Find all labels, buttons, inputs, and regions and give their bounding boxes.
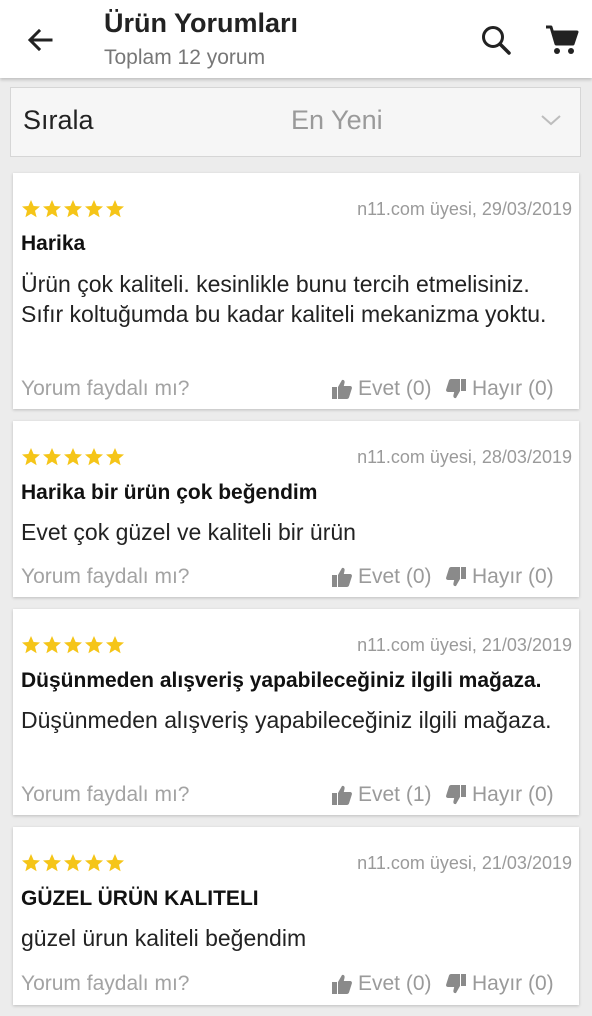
star-icon: [106, 854, 124, 872]
thumbs-up-icon: [332, 974, 352, 994]
helpful-yes-label: Evet (1): [358, 783, 432, 806]
thumbs-up-icon: [332, 379, 352, 399]
helpful-yes-button[interactable]: Evet (0): [331, 565, 432, 589]
review-meta: n11.com üyesi, 29/03/2019: [357, 199, 572, 219]
star-icon: [22, 448, 40, 466]
star-icon: [106, 636, 124, 654]
review-title: Harika bir ürün çok beğendim: [21, 481, 318, 504]
thumbs-down-icon: [446, 785, 466, 805]
helpful-yes-label: Evet (0): [358, 565, 432, 588]
helpful-no-label: Hayır (0): [472, 783, 554, 806]
thumbs-up-icon: [332, 785, 352, 805]
helpful-yes-label: Evet (0): [358, 377, 432, 400]
helpful-yes-button[interactable]: Evet (0): [331, 972, 432, 996]
helpful-prompt: Yorum faydalı mı?: [21, 783, 190, 806]
app-bar: Ürün Yorumları Toplam 12 yorum: [0, 0, 592, 78]
cart-button[interactable]: [540, 18, 584, 62]
star-icon: [64, 636, 82, 654]
star-icon: [43, 448, 61, 466]
helpful-no-label: Hayır (0): [472, 377, 554, 400]
star-icon: [106, 448, 124, 466]
helpful-yes-button[interactable]: Evet (0): [331, 377, 432, 401]
cart-icon: [546, 25, 579, 54]
sort-selected-value[interactable]: En Yeni: [291, 105, 383, 136]
helpful-prompt: Yorum faydalı mı?: [21, 565, 190, 588]
helpful-no-button[interactable]: Hayır (0): [445, 377, 554, 401]
star-icon: [85, 200, 103, 218]
star-rating: [21, 853, 126, 873]
star-icon: [43, 854, 61, 872]
search-icon: [482, 26, 511, 55]
star-icon: [85, 448, 103, 466]
review-meta: n11.com üyesi, 21/03/2019: [357, 853, 572, 873]
search-button[interactable]: [474, 18, 518, 62]
thumbs-down-icon: [446, 379, 466, 399]
star-icon: [64, 854, 82, 872]
star-icon: [64, 448, 82, 466]
star-icon: [43, 636, 61, 654]
helpful-no-button[interactable]: Hayır (0): [445, 972, 554, 996]
star-rating: [21, 635, 126, 655]
helpful-no-label: Hayır (0): [472, 565, 554, 588]
review-body: Evet çok güzel ve kaliteli bir ürün: [21, 519, 356, 545]
review-title: Düşünmeden alışveriş yapabileceğiniz ilg…: [21, 669, 542, 692]
review-card: n11.com üyesi, 21/03/2019 Düşünmeden alı…: [13, 609, 579, 815]
review-body: Ürün çok kaliteli. kesinlikle bunu terci…: [21, 271, 547, 327]
review-title: Harika: [21, 232, 86, 255]
review-card: n11.com üyesi, 28/03/2019 Harika bir ürü…: [13, 421, 579, 597]
sort-selector[interactable]: Sırala En Yeni: [10, 87, 581, 157]
helpful-no-button[interactable]: Hayır (0): [445, 783, 554, 807]
star-rating: [21, 447, 126, 467]
star-icon: [22, 854, 40, 872]
review-count: Toplam 12 yorum: [104, 46, 266, 69]
star-rating: [21, 199, 126, 219]
helpful-no-button[interactable]: Hayır (0): [445, 565, 554, 589]
thumbs-down-icon: [446, 974, 466, 994]
helpful-no-label: Hayır (0): [472, 972, 554, 995]
helpful-prompt: Yorum faydalı mı?: [21, 377, 190, 400]
helpful-prompt: Yorum faydalı mı?: [21, 972, 190, 995]
star-icon: [43, 200, 61, 218]
review-card: n11.com üyesi, 29/03/2019 Harika Ürün ço…: [13, 173, 579, 409]
star-icon: [22, 636, 40, 654]
helpful-yes-button[interactable]: Evet (1): [331, 783, 432, 807]
review-body: güzel ürun kaliteli beğendim: [21, 925, 307, 951]
star-icon: [85, 636, 103, 654]
thumbs-up-icon: [332, 567, 352, 587]
review-meta: n11.com üyesi, 21/03/2019: [357, 635, 572, 655]
arrow-left-icon: [27, 28, 53, 52]
review-meta: n11.com üyesi, 28/03/2019: [357, 447, 572, 467]
thumbs-down-icon: [446, 567, 466, 587]
sort-label: Sırala: [23, 105, 94, 135]
chevron-down-icon[interactable]: [539, 110, 563, 130]
star-icon: [85, 854, 103, 872]
review-body: Düşünmeden alışveriş yapabileceğiniz ilg…: [21, 707, 552, 733]
star-icon: [22, 200, 40, 218]
star-icon: [64, 200, 82, 218]
back-button[interactable]: [20, 20, 60, 60]
review-card: n11.com üyesi, 21/03/2019 GÜZEL ÜRÜN KAL…: [13, 827, 579, 1005]
review-title: GÜZEL ÜRÜN KALITELI: [21, 887, 259, 910]
helpful-yes-label: Evet (0): [358, 972, 432, 995]
page-title: Ürün Yorumları: [104, 8, 299, 38]
star-icon: [106, 200, 124, 218]
